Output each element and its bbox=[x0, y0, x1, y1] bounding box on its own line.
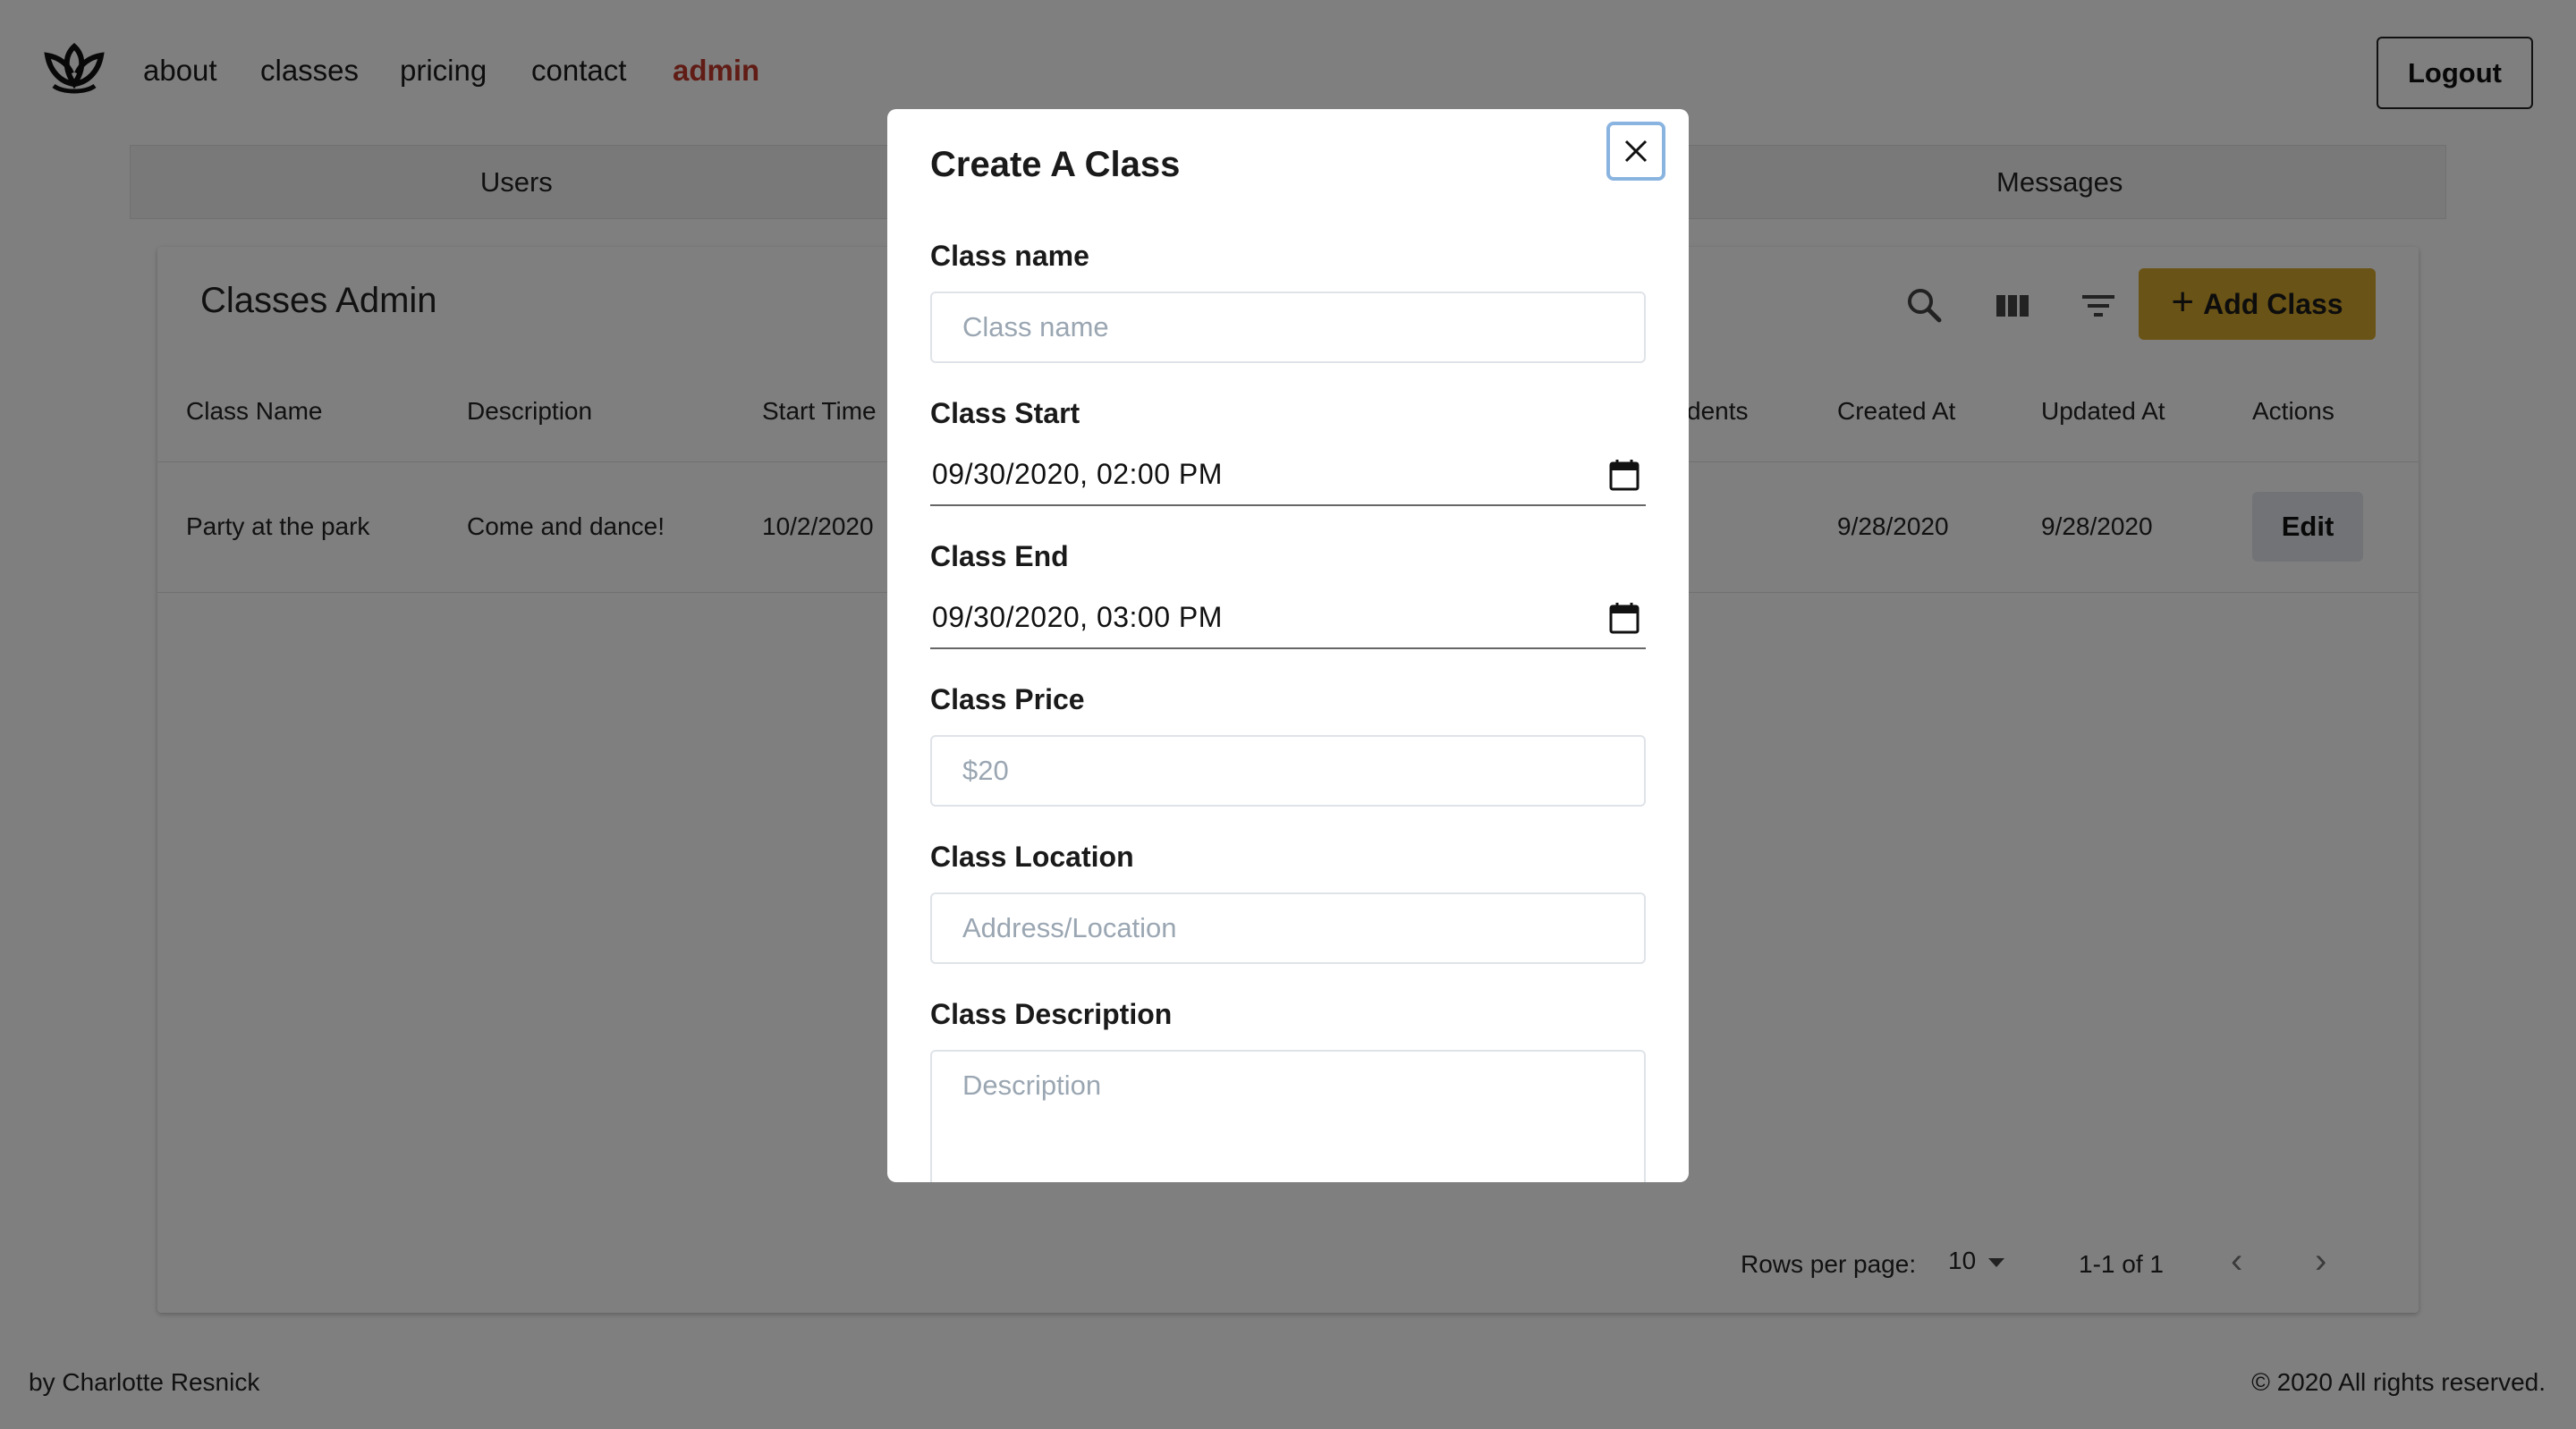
class-location-label: Class Location bbox=[930, 841, 1134, 873]
class-end-value: 09/30/2020, 03:00 PM bbox=[932, 600, 1223, 633]
class-name-input[interactable] bbox=[930, 292, 1646, 363]
class-end-label: Class End bbox=[930, 540, 1069, 572]
close-icon bbox=[1624, 140, 1648, 163]
create-class-modal: Create A Class Class name Class Start 09… bbox=[887, 109, 1689, 1182]
calendar-icon[interactable] bbox=[1608, 458, 1640, 492]
close-button[interactable] bbox=[1606, 122, 1665, 181]
class-start-label: Class Start bbox=[930, 397, 1080, 429]
calendar-icon[interactable] bbox=[1608, 601, 1640, 635]
class-start-value: 09/30/2020, 02:00 PM bbox=[932, 457, 1223, 490]
class-description-textarea[interactable] bbox=[930, 1050, 1646, 1182]
class-end-input[interactable]: 09/30/2020, 03:00 PM bbox=[930, 587, 1646, 649]
class-start-input[interactable]: 09/30/2020, 02:00 PM bbox=[930, 444, 1646, 506]
modal-title: Create A Class bbox=[930, 145, 1181, 184]
class-price-input[interactable] bbox=[930, 735, 1646, 807]
class-price-label: Class Price bbox=[930, 683, 1085, 715]
class-description-label: Class Description bbox=[930, 998, 1173, 1030]
class-name-label: Class name bbox=[930, 240, 1089, 272]
class-location-input[interactable] bbox=[930, 892, 1646, 964]
